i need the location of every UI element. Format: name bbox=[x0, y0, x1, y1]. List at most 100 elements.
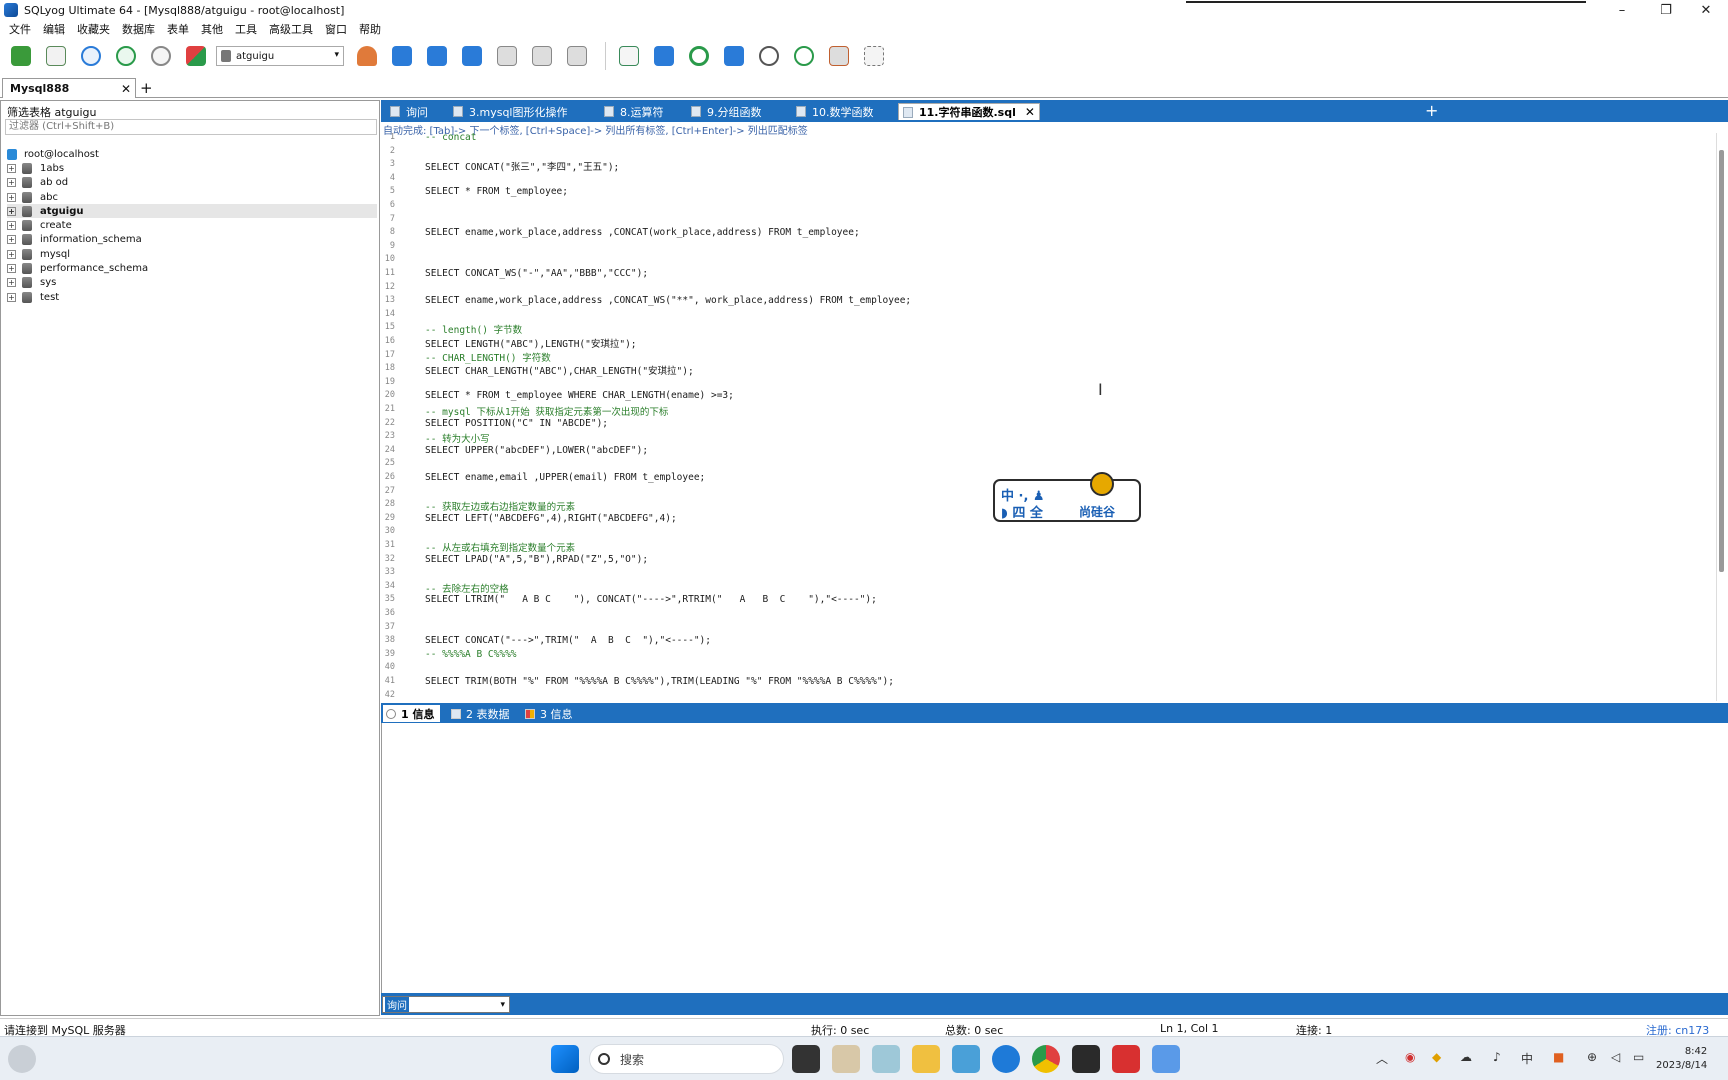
close-icon[interactable]: ✕ bbox=[121, 82, 131, 96]
tray-expand-icon[interactable]: ︿ bbox=[1376, 1050, 1388, 1067]
settings-app-icon[interactable] bbox=[952, 1045, 980, 1073]
database-selector[interactable]: atguigu ▾ bbox=[216, 46, 344, 66]
close-window-button[interactable]: ✕ bbox=[1686, 0, 1726, 20]
expand-icon[interactable]: + bbox=[7, 235, 16, 245]
expand-icon[interactable]: + bbox=[7, 192, 16, 202]
add-connection-tab-button[interactable]: + bbox=[140, 78, 153, 98]
taskbar-clock[interactable]: 8:42 2023/8/14 bbox=[1656, 1045, 1707, 1073]
volume-icon[interactable]: ◁ bbox=[1611, 1050, 1620, 1064]
add-query-tab-button[interactable]: + bbox=[1425, 101, 1438, 120]
code-line[interactable]: SELECT ename,work_place,address ,CONCAT(… bbox=[425, 227, 860, 238]
execute-edit-button[interactable] bbox=[146, 42, 176, 70]
code-line[interactable]: SELECT LENGTH("ABC"),LENGTH("安琪拉"); bbox=[425, 336, 637, 350]
expand-icon[interactable]: + bbox=[7, 264, 16, 274]
table-grid-button[interactable] bbox=[527, 42, 557, 70]
new-query-button[interactable] bbox=[41, 42, 71, 70]
menu-advanced-tools[interactable]: 高级工具 bbox=[269, 21, 313, 37]
tree-db-node[interactable]: + sys bbox=[7, 276, 377, 290]
code-line[interactable]: SELECT CHAR_LENGTH("ABC"),CHAR_LENGTH("安… bbox=[425, 363, 694, 377]
tree-db-node[interactable]: +1abs bbox=[7, 161, 377, 175]
tab-info[interactable]: 3 信息 bbox=[522, 705, 573, 722]
edge-browser-icon[interactable] bbox=[992, 1045, 1020, 1073]
battery-icon[interactable]: ▭ bbox=[1633, 1050, 1644, 1064]
tree-db-node[interactable]: + test bbox=[7, 290, 377, 304]
tab-string-functions[interactable]: 11.字符串函数.sql ✕ bbox=[898, 103, 1040, 120]
code-line[interactable]: SELECT LEFT("ABCDEFG",4),RIGHT("ABCDEFG"… bbox=[425, 513, 677, 524]
expand-icon[interactable]: + bbox=[7, 206, 16, 216]
tray-app-icon[interactable]: ■ bbox=[1553, 1050, 1564, 1064]
editor-scrollbar[interactable] bbox=[1716, 133, 1726, 701]
alter-database-button[interactable] bbox=[422, 42, 452, 70]
code-line[interactable]: SELECT CONCAT("张三","李四","王五"); bbox=[425, 159, 619, 173]
execute-query-button[interactable] bbox=[76, 42, 106, 70]
menu-file[interactable]: 文件 bbox=[9, 21, 31, 37]
backup-button[interactable] bbox=[719, 42, 749, 70]
export-button[interactable] bbox=[614, 42, 644, 70]
expand-icon[interactable]: + bbox=[7, 292, 16, 302]
menu-database[interactable]: 数据库 bbox=[122, 21, 155, 37]
tree-root-node[interactable]: root@localhost bbox=[7, 147, 377, 161]
code-line[interactable]: SELECT POSITION("C" IN "ABCDE"); bbox=[425, 418, 608, 429]
code-comment-line[interactable]: -- 去除左右的空格 bbox=[425, 581, 509, 595]
network-icon[interactable]: ⊕ bbox=[1587, 1050, 1597, 1064]
tree-db-node[interactable]: + create bbox=[7, 218, 377, 232]
schedule-button[interactable] bbox=[754, 42, 784, 70]
query-builder-button[interactable] bbox=[824, 42, 854, 70]
restore-button[interactable]: ❐ bbox=[1646, 0, 1686, 20]
expand-icon[interactable]: + bbox=[7, 221, 16, 231]
user-manager-button[interactable] bbox=[352, 42, 382, 70]
history-button[interactable] bbox=[789, 42, 819, 70]
code-comment-line[interactable]: -- mysql 下标从1开始 获取指定元素第一次出现的下标 bbox=[425, 404, 668, 418]
tab-operators[interactable]: 8.运算符 bbox=[600, 103, 664, 120]
sql-editor[interactable]: 1 -- concat 2 3 SELECT CONCAT("张三","李四","王五"… bbox=[381, 133, 1724, 701]
sync-database-button[interactable] bbox=[649, 42, 679, 70]
tray-cloud-icon[interactable]: ☁ bbox=[1460, 1050, 1472, 1064]
menu-table[interactable]: 表单 bbox=[167, 21, 189, 37]
code-line[interactable]: SELECT UPPER("abcDEF"),LOWER("abcDEF"); bbox=[425, 445, 648, 456]
code-comment-line[interactable]: -- 转为大小写 bbox=[425, 431, 490, 445]
connection-tab[interactable]: Mysql888 ✕ bbox=[2, 78, 136, 98]
sqlyog-taskbar-icon[interactable] bbox=[1152, 1045, 1180, 1073]
create-database-button[interactable] bbox=[387, 42, 417, 70]
code-line[interactable]: SELECT ename,work_place,address ,CONCAT_… bbox=[425, 295, 911, 306]
task-view-icon[interactable] bbox=[792, 1045, 820, 1073]
menu-tools[interactable]: 工具 bbox=[235, 21, 257, 37]
microphone-icon[interactable]: ♪ bbox=[1493, 1050, 1501, 1064]
tray-app-icon[interactable]: ◉ bbox=[1405, 1050, 1415, 1064]
tree-db-node[interactable]: + abc bbox=[7, 190, 377, 204]
weather-widget-icon[interactable] bbox=[8, 1045, 36, 1073]
tab-mysql-gui[interactable]: 3.mysql图形化操作 bbox=[449, 103, 568, 120]
schema-button[interactable] bbox=[562, 42, 592, 70]
start-icon[interactable] bbox=[551, 1045, 579, 1073]
menu-favorites[interactable]: 收藏夹 bbox=[77, 21, 110, 37]
execute-all-button[interactable] bbox=[111, 42, 141, 70]
tree-db-node-selected[interactable]: + atguigu bbox=[7, 204, 377, 219]
close-icon[interactable]: ✕ bbox=[1025, 105, 1035, 119]
code-line[interactable]: SELECT TRIM(BOTH "%" FROM "%%%%A B C%%%%… bbox=[425, 676, 894, 687]
code-line[interactable]: SELECT ename,email ,UPPER(email) FROM t_… bbox=[425, 472, 705, 483]
tab-query[interactable]: 询问 bbox=[386, 103, 428, 120]
ime-language-label[interactable]: 中 bbox=[1521, 1050, 1533, 1067]
tree-db-node[interactable]: + information_schema bbox=[7, 233, 377, 247]
database-tools-button[interactable] bbox=[457, 42, 487, 70]
tab-math-functions[interactable]: 10.数学函数 bbox=[792, 103, 874, 120]
code-line[interactable]: SELECT * FROM t_employee; bbox=[425, 186, 568, 197]
ime-status-widget[interactable]: 中 ·, ♟ ◗ 四 全 尚硅谷 bbox=[993, 472, 1141, 522]
tree-db-node[interactable]: + mysql bbox=[7, 247, 377, 261]
tree-db-node[interactable]: + performance_schema bbox=[7, 261, 377, 275]
copilot-icon[interactable] bbox=[872, 1045, 900, 1073]
file-explorer-icon[interactable] bbox=[912, 1045, 940, 1073]
code-comment-line[interactable]: -- length() 字节数 bbox=[425, 322, 522, 336]
tree-db-node[interactable]: + ab od bbox=[7, 176, 377, 190]
tab-messages[interactable]: 1 信息 bbox=[383, 705, 441, 722]
avatar-app-icon[interactable] bbox=[832, 1045, 860, 1073]
code-line[interactable]: SELECT CONCAT("--->",TRIM(" A B C "),"<-… bbox=[425, 635, 711, 646]
typora-icon[interactable] bbox=[1072, 1045, 1100, 1073]
code-comment-line[interactable]: -- %%%%A B C%%%% bbox=[425, 649, 517, 660]
code-line[interactable]: SELECT LTRIM(" A B C "), CONCAT("---->",… bbox=[425, 594, 877, 605]
code-line[interactable]: SELECT LPAD("A",5,"B"),RPAD("Z",5,"O"); bbox=[425, 554, 648, 565]
filter-input[interactable]: 过滤器 (Ctrl+Shift+B) bbox=[5, 119, 377, 135]
expand-icon[interactable]: + bbox=[7, 163, 16, 173]
minimize-button[interactable]: – bbox=[1602, 0, 1642, 20]
code-comment-line[interactable]: -- concat bbox=[425, 133, 476, 143]
